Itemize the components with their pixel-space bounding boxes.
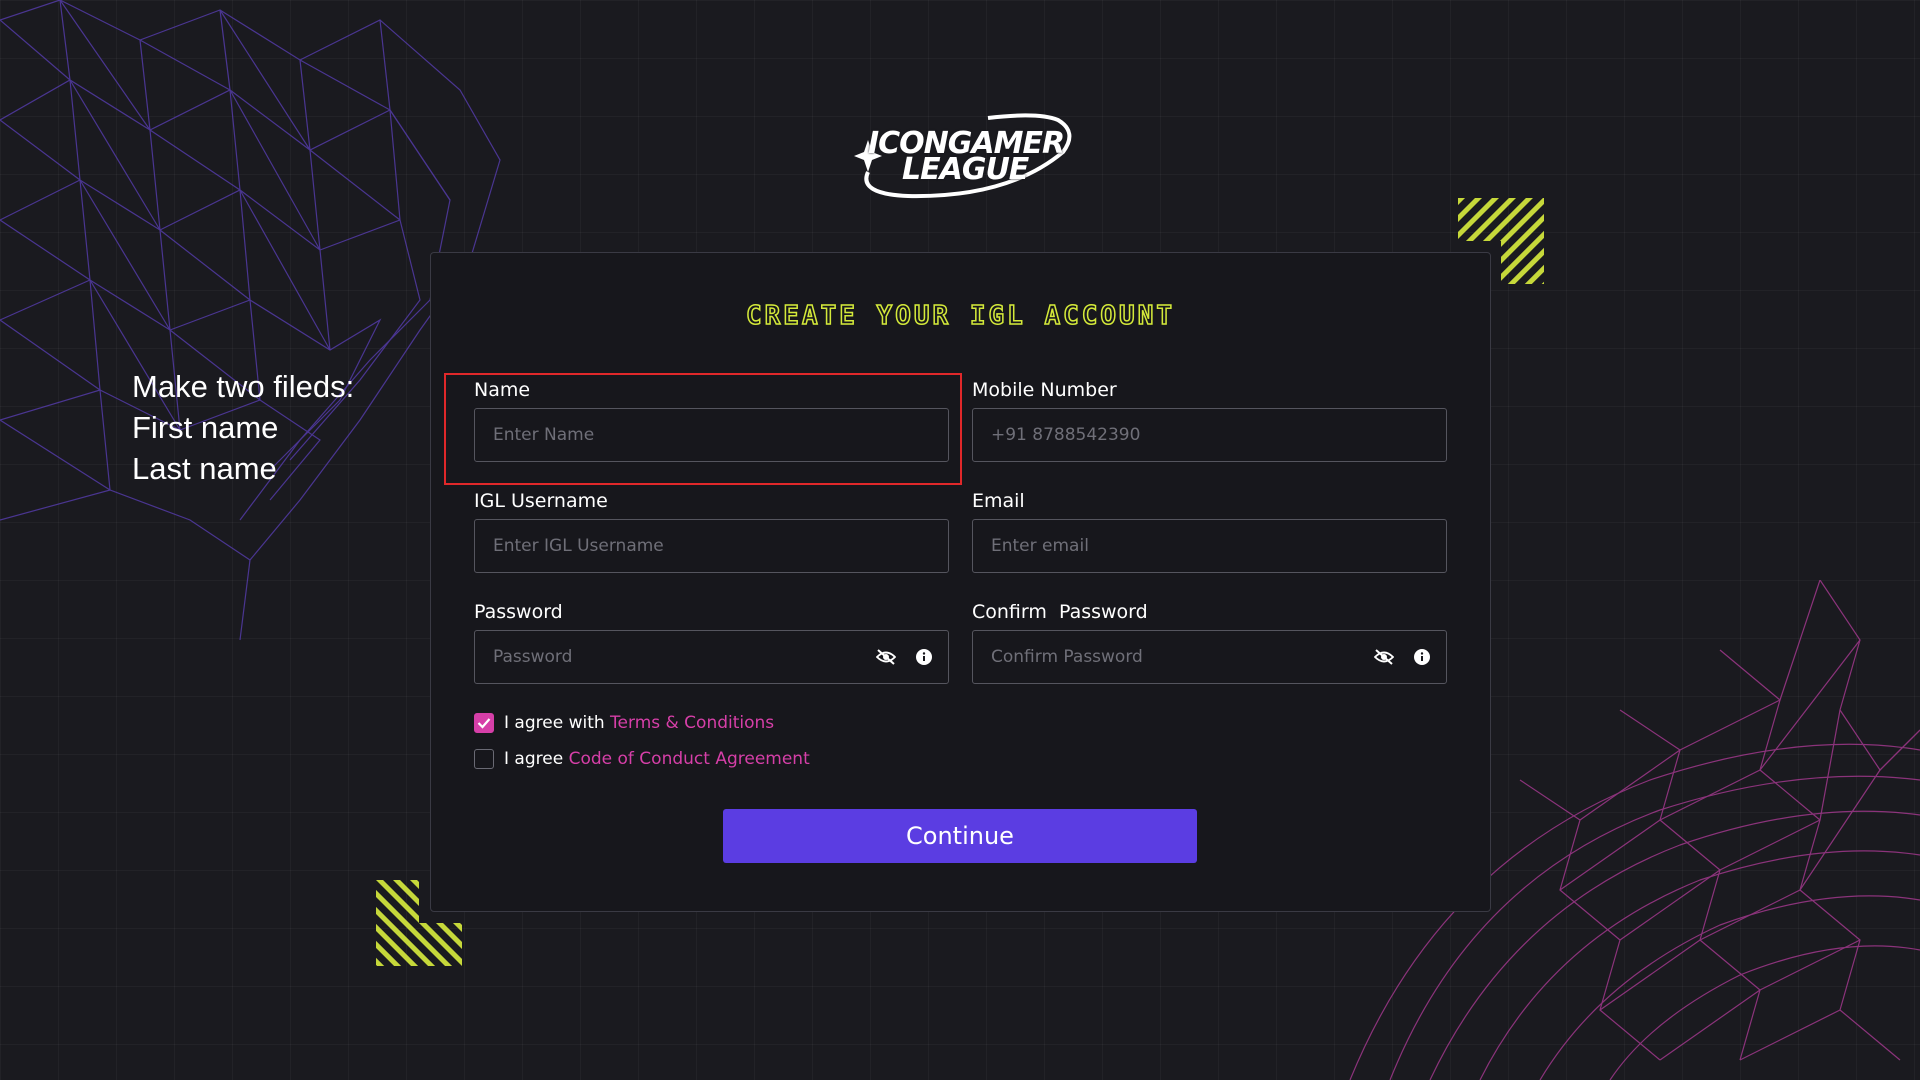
name-input-box	[474, 408, 949, 462]
password-label: Password	[474, 601, 563, 623]
mobile-field: Mobile Number	[972, 378, 1447, 462]
username-field: IGL Username	[474, 489, 949, 573]
checkmark-icon	[477, 718, 491, 729]
logo-text-line2: LEAGUE	[902, 152, 1029, 187]
email-label: Email	[972, 490, 1025, 512]
annotation-line2: First name	[132, 410, 279, 445]
confirm-password-label: Confirm Password	[972, 601, 1148, 623]
mobile-label: Mobile Number	[972, 379, 1117, 401]
continue-button[interactable]: Continue	[723, 809, 1197, 863]
terms-link[interactable]: Terms & Conditions	[610, 713, 774, 733]
username-label: IGL Username	[474, 490, 608, 512]
email-input-box	[972, 519, 1447, 573]
annotation-line1: Make two fileds:	[132, 369, 355, 404]
password-input[interactable]	[493, 647, 930, 667]
mobile-input-box	[972, 408, 1447, 462]
password-field: Password	[474, 600, 949, 684]
icongamer-league-logo: ICONGAMER LEAGUE	[838, 112, 1084, 200]
name-input[interactable]	[493, 425, 930, 445]
terms-checkbox[interactable]	[474, 713, 494, 733]
conduct-checkbox[interactable]	[474, 749, 494, 769]
info-icon[interactable]	[916, 649, 932, 665]
conduct-link[interactable]: Code of Conduct Agreement	[569, 749, 810, 769]
password-input-box	[474, 630, 949, 684]
eye-off-icon[interactable]	[876, 649, 896, 665]
eye-off-icon[interactable]	[1374, 649, 1394, 665]
username-input-box	[474, 519, 949, 573]
mobile-input[interactable]	[991, 425, 1428, 445]
form-title: CREATE YOUR IGL ACCOUNT	[745, 300, 1176, 332]
confirm-password-input-box	[972, 630, 1447, 684]
name-label: Name	[474, 379, 531, 401]
conduct-prefix: I agree	[504, 749, 564, 769]
conduct-row: I agree Code of Conduct Agreement	[474, 749, 810, 769]
email-field: Email	[972, 489, 1447, 573]
name-field: Name	[474, 378, 949, 462]
confirm-password-input[interactable]	[991, 647, 1428, 667]
annotation-note: Make two fileds: First name Last name	[132, 366, 354, 489]
terms-prefix: I agree with	[504, 713, 605, 733]
info-icon[interactable]	[1414, 649, 1430, 665]
annotation-line3: Last name	[132, 451, 277, 486]
username-input[interactable]	[493, 536, 930, 556]
email-input[interactable]	[991, 536, 1428, 556]
terms-row: I agree with Terms & Conditions	[474, 713, 774, 733]
confirm-password-field: Confirm Password	[972, 600, 1447, 684]
